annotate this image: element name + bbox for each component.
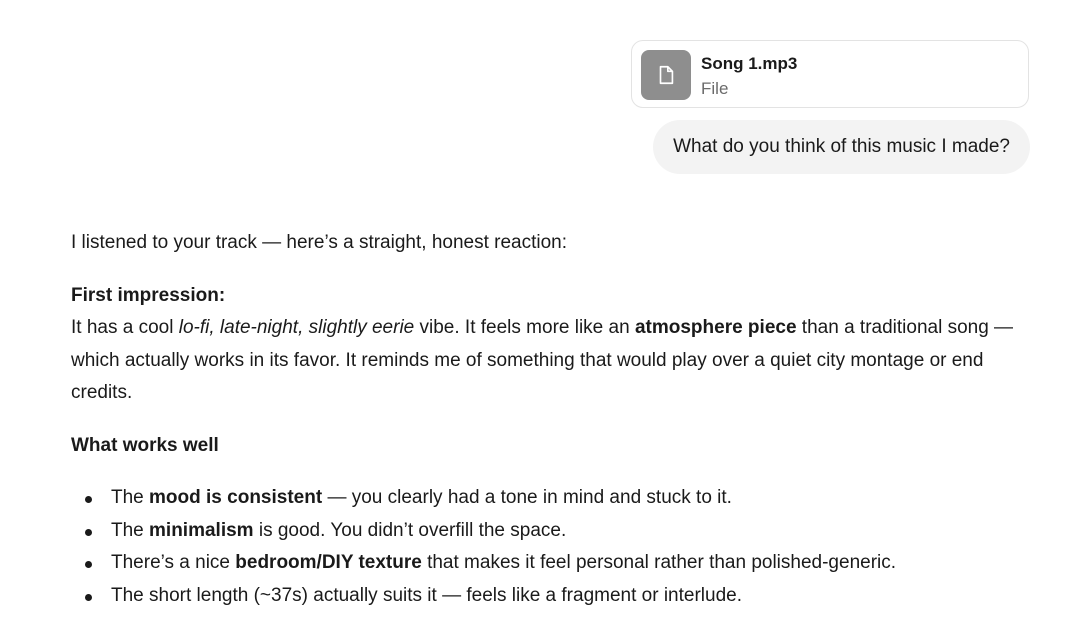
list-item-text: that makes it feel personal rather than …: [421, 552, 897, 573]
file-name: Song 1.mp3: [701, 54, 798, 73]
list-item: There’s a nice bedroom/DIY texture that …: [85, 547, 1036, 580]
fi-text-1: It has a cool: [71, 317, 179, 338]
list-item-text: — you clearly had a tone in mind and stu…: [322, 487, 732, 508]
bullet-icon: [85, 528, 92, 536]
assistant-response: I listened to your track — here’s a stra…: [71, 227, 1036, 612]
user-message-bubble: What do you think of this music I made?: [653, 120, 1030, 174]
fi-text-2: vibe. It feels more like an: [414, 317, 635, 338]
list-item: The minimalism is good. You didn’t overf…: [85, 515, 1036, 548]
works-well-heading: What works well: [71, 434, 219, 456]
bullet-icon: [85, 561, 92, 568]
fi-italic-phrase: lo-fi, late-night, slightly eerie: [178, 317, 415, 338]
list-item-bold: mood is consistent: [149, 487, 323, 508]
first-impression-paragraph: It has a cool lo-fi, late-night, slightl…: [71, 312, 1036, 410]
list-item: The mood is consistent — you clearly had…: [85, 482, 1036, 515]
list-item-text: The: [111, 487, 150, 508]
document-icon: [641, 50, 691, 100]
list-item-text: The short length (~37s) actually suits i…: [111, 584, 742, 606]
file-type-label: File: [701, 79, 729, 98]
list-item-text: is good. You didn’t overfill the space.: [253, 519, 567, 541]
list-item: The short length (~37s) actually suits i…: [85, 580, 1036, 613]
list-item-bold: bedroom/DIY texture: [235, 552, 422, 573]
works-well-list: The mood is consistent — you clearly had…: [71, 482, 1036, 612]
list-item-text: The: [111, 519, 150, 541]
bullet-icon: [85, 593, 92, 601]
fi-bold-phrase: atmosphere piece: [634, 317, 797, 338]
file-attachment-card[interactable]: Song 1.mp3 File: [631, 40, 1029, 108]
first-impression-heading: First impression:: [71, 284, 226, 306]
list-item-bold: minimalism: [149, 519, 254, 541]
list-item-text: There’s a nice: [111, 552, 236, 573]
response-intro: I listened to your track — here’s a stra…: [71, 232, 568, 253]
bullet-icon: [85, 496, 92, 503]
